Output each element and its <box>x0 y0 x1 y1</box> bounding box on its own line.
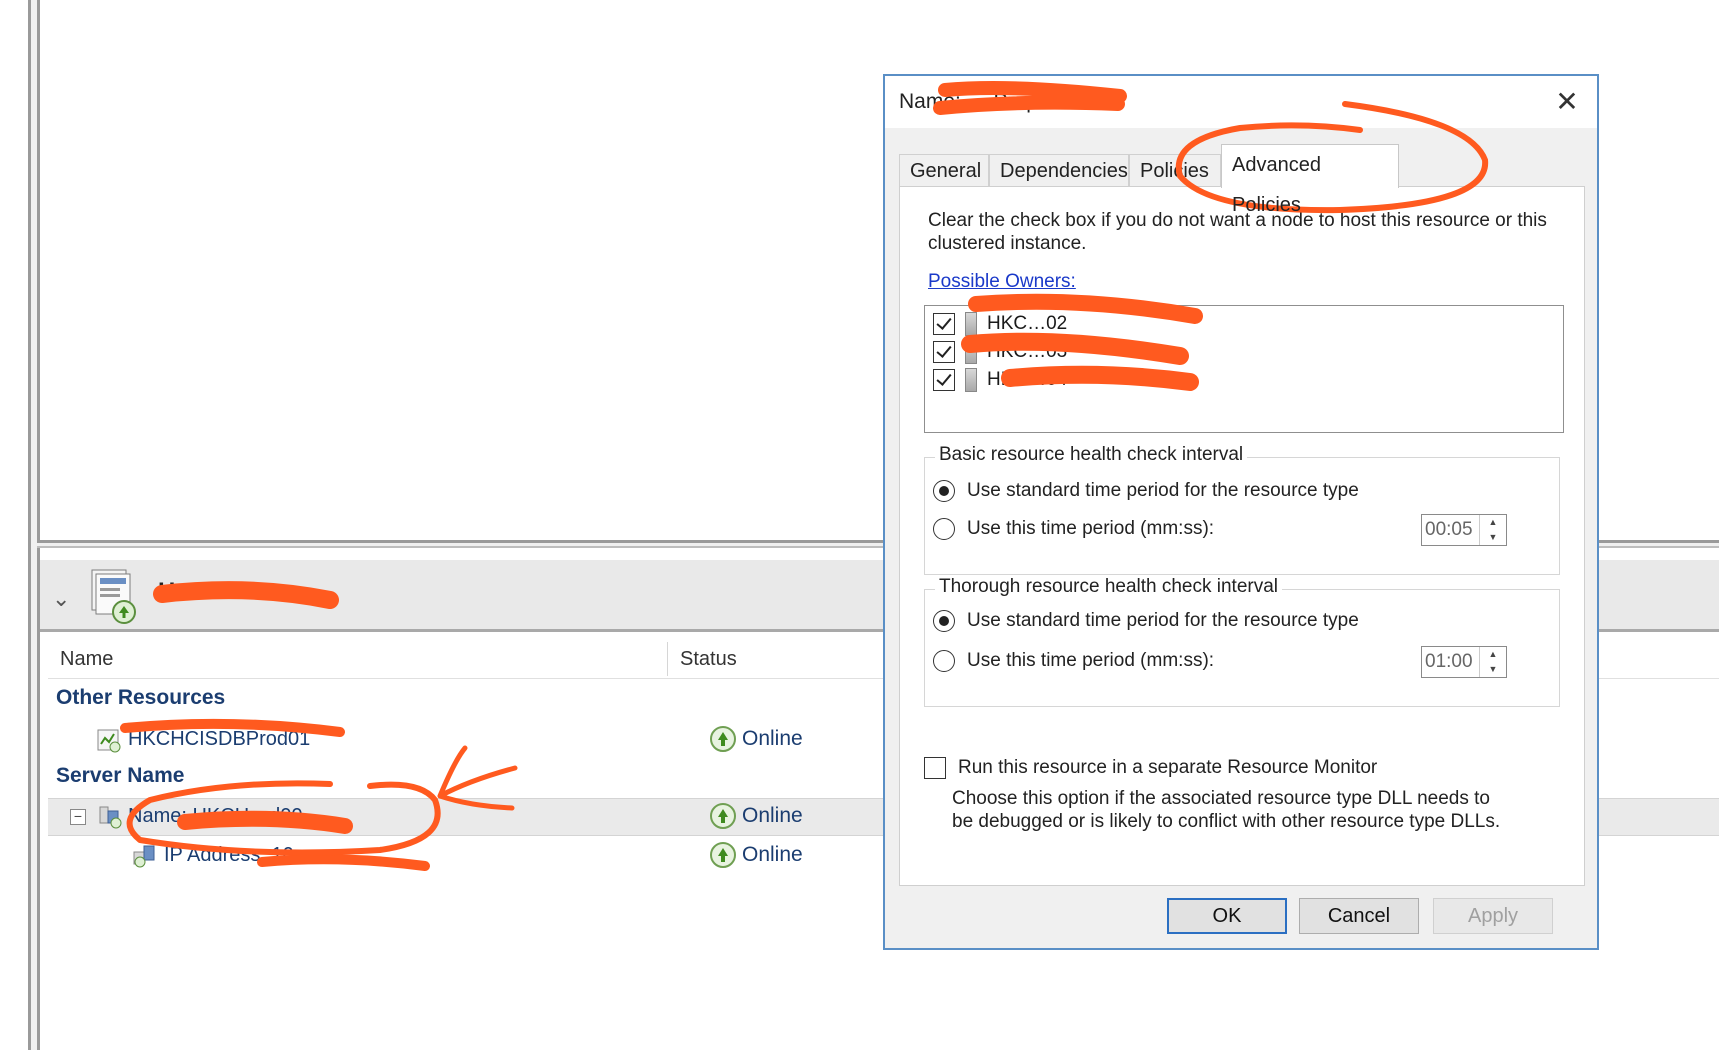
owner-checkbox[interactable] <box>933 341 955 363</box>
status-text: Online <box>742 727 803 750</box>
spinner-buttons[interactable]: ▲ ▼ <box>1479 647 1506 677</box>
thorough-interval-spinner[interactable]: 01:00 ▲ ▼ <box>1421 646 1507 678</box>
thorough-standard-label: Use standard time period for the resourc… <box>967 610 1359 631</box>
tab-general[interactable]: General <box>899 154 989 186</box>
status-cell: Online <box>710 726 803 752</box>
tab-policies[interactable]: Policies <box>1129 154 1221 186</box>
server-icon <box>965 368 977 392</box>
chevron-down-icon[interactable]: ⌄ <box>52 586 70 612</box>
left-pane-border <box>28 0 40 1050</box>
basic-custom-label: Use this time period (mm:ss): <box>967 518 1215 539</box>
thorough-interval-group: Thorough resource health check interval … <box>924 576 1560 707</box>
owner-checkbox[interactable] <box>933 369 955 391</box>
online-status-icon <box>710 842 736 868</box>
close-icon[interactable]: ✕ <box>1549 84 1585 120</box>
dialog-title-bar[interactable]: Name: … Properties ✕ <box>885 76 1597 128</box>
group-server-name: Server Name <box>56 764 185 787</box>
separate-monitor-checkbox[interactable] <box>924 757 946 779</box>
ok-button[interactable]: OK <box>1167 898 1287 934</box>
dialog-title: Name: … Properties <box>899 90 1090 113</box>
resource-name: HKCHCISDBProd01 <box>128 728 311 750</box>
collapse-toggle[interactable]: − <box>70 809 86 825</box>
ip-address-resource: IP Address: 10.… <box>164 844 320 866</box>
network-name-icon <box>99 806 122 829</box>
server-icon <box>965 312 977 336</box>
apply-button[interactable]: Apply <box>1433 898 1553 934</box>
basic-standard-radio[interactable] <box>933 480 955 502</box>
owner-item[interactable]: HKC…03 <box>933 338 1067 366</box>
generic-resource-icon <box>97 729 121 753</box>
possible-owners-list: HKC…02 HKC…03 HKC…04 <box>924 305 1564 433</box>
basic-interval-value[interactable]: 00:05 <box>1425 519 1473 541</box>
separate-monitor-label: Run this resource in a separate Resource… <box>958 757 1378 778</box>
tab-advanced-policies[interactable]: Advanced Policies <box>1221 144 1399 216</box>
thorough-standard-option[interactable]: Use standard time period for the resourc… <box>933 610 1359 632</box>
server-name-resource: Name: HKCH…d00 <box>128 805 303 827</box>
status-cell: Online <box>710 803 803 829</box>
thorough-custom-label: Use this time period (mm:ss): <box>967 650 1215 671</box>
owner-checkbox[interactable] <box>933 313 955 335</box>
basic-custom-radio[interactable] <box>933 518 955 540</box>
status-text: Online <box>742 843 803 866</box>
tab-strip: General Dependencies Policies Advanced P… <box>899 144 1589 216</box>
status-text: Online <box>742 804 803 827</box>
owner-name: HKC…03 <box>987 341 1068 362</box>
group-other-resources: Other Resources <box>56 686 226 709</box>
separate-monitor-description: Choose this option if the associated res… <box>952 788 1501 832</box>
owner-item[interactable]: HKC…04 <box>933 366 1067 394</box>
cancel-button[interactable]: Cancel <box>1299 898 1419 934</box>
thorough-standard-radio[interactable] <box>933 610 955 632</box>
basic-custom-option[interactable]: Use this time period (mm:ss): <box>933 518 1214 540</box>
basic-standard-option[interactable]: Use standard time period for the resourc… <box>933 480 1359 502</box>
thorough-custom-radio[interactable] <box>933 650 955 672</box>
owner-name: HKC…04 <box>987 369 1068 390</box>
thorough-custom-option[interactable]: Use this time period (mm:ss): <box>933 650 1214 672</box>
owner-name: HKC…02 <box>987 313 1068 334</box>
tab-dependencies[interactable]: Dependencies <box>989 154 1129 186</box>
role-name: H…d01 <box>158 578 241 605</box>
column-header-name[interactable]: Name <box>48 642 668 676</box>
basic-interval-spinner[interactable]: 00:05 ▲ ▼ <box>1421 514 1507 546</box>
ip-address-icon <box>133 845 155 868</box>
basic-interval-group: Basic resource health check interval Use… <box>924 444 1560 575</box>
thorough-interval-legend: Thorough resource health check interval <box>935 576 1283 598</box>
online-status-icon <box>710 803 736 829</box>
basic-standard-label: Use standard time period for the resourc… <box>967 480 1359 501</box>
server-icon <box>965 340 977 364</box>
basic-interval-legend: Basic resource health check interval <box>935 444 1248 466</box>
spinner-buttons[interactable]: ▲ ▼ <box>1479 515 1506 545</box>
owner-item[interactable]: HKC…02 <box>933 310 1067 338</box>
advanced-policies-panel: Clear the check box if you do not want a… <box>899 186 1585 886</box>
separate-monitor-option[interactable]: Run this resource in a separate Resource… <box>924 757 1377 779</box>
status-cell: Online <box>710 842 803 868</box>
possible-owners-link[interactable]: Possible Owners: <box>928 271 1076 293</box>
online-status-icon <box>710 726 736 752</box>
thorough-interval-value[interactable]: 01:00 <box>1425 651 1473 673</box>
cluster-role-icon <box>91 569 136 624</box>
properties-dialog: Name: … Properties ✕ General Dependencie… <box>883 74 1599 950</box>
